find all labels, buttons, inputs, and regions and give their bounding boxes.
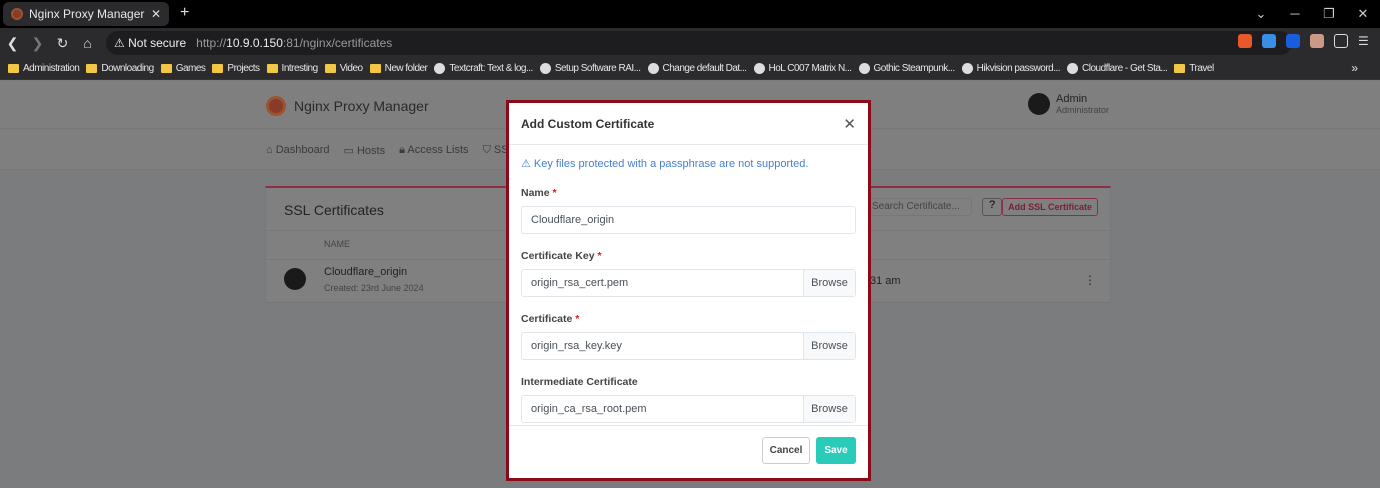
- folder-icon: [266, 64, 278, 73]
- user-name: Admin: [1056, 93, 1088, 105]
- bookmark-item[interactable]: Games: [160, 63, 206, 74]
- dialog-title: Add Custom Certificate: [521, 116, 655, 131]
- row-menu-icon[interactable]: ⋮: [1084, 273, 1096, 287]
- intermediate-certificate-file-input[interactable]: origin_ca_rsa_root.pem Browse: [521, 395, 856, 423]
- restore-button[interactable]: ❐: [1312, 0, 1346, 28]
- close-window-button[interactable]: ✕: [1346, 0, 1380, 28]
- profile-icon[interactable]: [1310, 34, 1324, 48]
- globe-icon: [1067, 63, 1079, 74]
- bookmark-item[interactable]: Video: [324, 63, 363, 74]
- avatar: [1028, 93, 1050, 115]
- intermediate-certificate-label: Intermediate Certificate: [521, 376, 638, 388]
- new-tab-button[interactable]: +: [180, 4, 189, 22]
- nav-hosts[interactable]: ▭ Hosts: [344, 144, 386, 157]
- tab-title: Nginx Proxy Manager: [29, 7, 145, 21]
- not-secure-label[interactable]: Not secure: [128, 36, 186, 50]
- forward-icon[interactable]: ❯: [25, 35, 50, 52]
- folder-icon: [86, 64, 98, 73]
- menu-icon[interactable]: ☰: [1358, 34, 1372, 48]
- nav-access-lists[interactable]: 🔒︎ Access Lists: [399, 144, 468, 157]
- cert-name: Cloudflare_origin: [324, 266, 408, 278]
- back-icon[interactable]: ❮: [0, 35, 25, 52]
- globe-icon: [539, 63, 551, 74]
- name-field[interactable]: Cloudflare_origin: [521, 206, 856, 234]
- folder-icon: [324, 64, 336, 73]
- globe-icon: [961, 63, 973, 74]
- name-label: Name *: [521, 187, 557, 199]
- bookmark-item[interactable]: Downloading: [86, 63, 154, 74]
- globe-icon: [753, 63, 765, 74]
- bookmark-item[interactable]: Hikvision password...: [961, 63, 1061, 74]
- folder-icon: [369, 64, 381, 73]
- bitwarden-icon[interactable]: [1286, 34, 1300, 48]
- certificate-label: Certificate *: [521, 313, 580, 325]
- bookmark-item[interactable]: Intresting: [266, 63, 318, 74]
- certificate-file-input[interactable]: origin_rsa_key.key Browse: [521, 332, 856, 360]
- close-icon[interactable]: ✕: [843, 115, 856, 133]
- globe-icon: [858, 63, 870, 74]
- folder-icon: [212, 64, 224, 73]
- search-input[interactable]: Search Certificate...: [867, 198, 972, 216]
- browse-button[interactable]: Browse: [803, 396, 855, 422]
- url-bar[interactable]: ⚠ Not secure http://10.9.0.150:81/nginx/c…: [106, 31, 1292, 55]
- bookmark-item[interactable]: New folder: [369, 63, 428, 74]
- add-custom-certificate-dialog: Add Custom Certificate ✕ ⚠ Key files prot…: [506, 100, 871, 481]
- app-brand[interactable]: Nginx Proxy Manager: [266, 96, 429, 116]
- extensions-icon[interactable]: [1334, 34, 1348, 48]
- folder-icon: [1174, 64, 1186, 73]
- certificate-key-file-input[interactable]: origin_rsa_cert.pem Browse: [521, 269, 856, 297]
- warning-icon: ⚠: [114, 36, 125, 50]
- home-icon[interactable]: ⌂: [75, 35, 100, 51]
- owner-avatar: [284, 268, 306, 290]
- passphrase-warning: ⚠ Key files protected with a passphrase …: [521, 158, 809, 170]
- bookmark-item[interactable]: Travel: [1174, 63, 1214, 74]
- more-bookmarks-icon[interactable]: »: [1351, 61, 1358, 75]
- bookmark-item[interactable]: Setup Software RAI...: [539, 63, 641, 74]
- app-title: Nginx Proxy Manager: [294, 98, 429, 114]
- folder-icon: [160, 64, 172, 73]
- browser-tab[interactable]: Nginx Proxy Manager ✕: [3, 2, 169, 26]
- bookmark-item[interactable]: Administration: [8, 63, 80, 74]
- npm-logo-icon: [266, 96, 286, 116]
- card-title: SSL Certificates: [284, 202, 384, 218]
- cert-created: Created: 23rd June 2024: [324, 283, 424, 293]
- browse-button[interactable]: Browse: [803, 333, 855, 359]
- bookmark-item[interactable]: HoL C007 Matrix N...: [753, 63, 852, 74]
- tab-search-icon[interactable]: ⌄: [1244, 0, 1278, 28]
- cert-expiry: 31 am: [870, 275, 901, 287]
- browse-button[interactable]: Browse: [803, 270, 855, 296]
- user-menu[interactable]: Admin Administrator: [1028, 93, 1109, 115]
- address-bar-row: ❮ ❯ ↻ ⌂ ⚠ Not secure http://10.9.0.150:81/ng…: [0, 28, 1380, 58]
- close-tab-icon[interactable]: ✕: [151, 7, 161, 21]
- nav-dashboard[interactable]: ⌂ Dashboard: [266, 144, 330, 157]
- bookmark-item[interactable]: Cloudflare - Get Sta...: [1067, 63, 1168, 74]
- globe-icon: [434, 63, 446, 74]
- add-ssl-certificate-button[interactable]: Add SSL Certificate: [1002, 198, 1098, 216]
- minimize-button[interactable]: ─: [1278, 0, 1312, 28]
- reload-icon[interactable]: ↻: [50, 35, 75, 52]
- user-role: Administrator: [1056, 105, 1110, 115]
- save-button[interactable]: Save: [816, 437, 856, 464]
- brave-shield-icon[interactable]: [1238, 34, 1252, 48]
- bookmark-item[interactable]: Gothic Steampunk...: [858, 63, 955, 74]
- folder-icon: [8, 64, 19, 73]
- bookmark-item[interactable]: Textcraft: Text & log...: [434, 63, 533, 74]
- certificate-key-label: Certificate Key *: [521, 250, 602, 262]
- help-icon[interactable]: ?: [982, 198, 1002, 216]
- globe-icon: [647, 63, 659, 74]
- bookmark-item[interactable]: Change default Dat...: [647, 63, 747, 74]
- cancel-button[interactable]: Cancel: [762, 437, 810, 464]
- extension-icon[interactable]: [1262, 34, 1276, 48]
- url-text: http://10.9.0.150:81/nginx/certificates: [196, 36, 393, 50]
- bookmark-item[interactable]: Projects: [212, 63, 260, 74]
- npm-favicon-icon: [11, 8, 23, 20]
- tab-bar: Nginx Proxy Manager ✕ + ⌄ ─ ❐ ✕: [0, 0, 1380, 28]
- bookmarks-bar: Administration Downloading Games Projects In…: [0, 58, 1380, 80]
